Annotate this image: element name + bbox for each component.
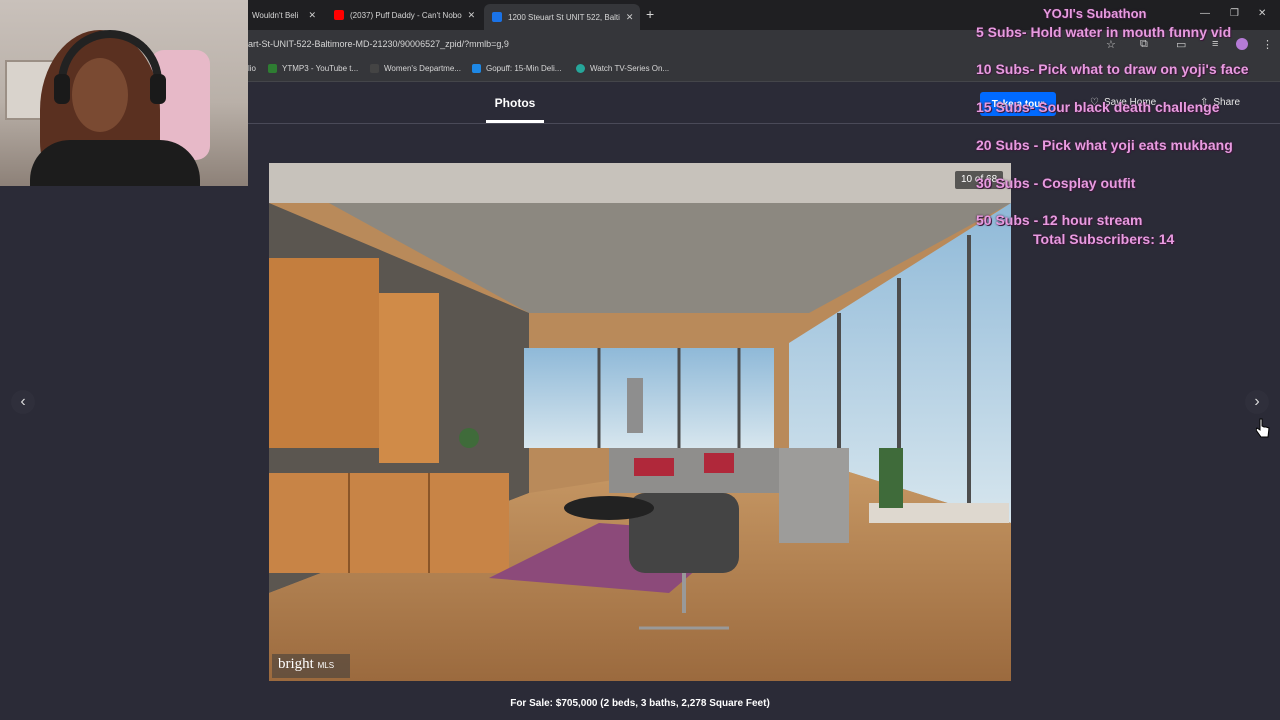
menu-icon[interactable]: ⋮ bbox=[1262, 38, 1273, 51]
living-room-image bbox=[269, 163, 1011, 681]
close-icon[interactable]: ✕ bbox=[468, 10, 476, 21]
logo-sub: MLS bbox=[317, 661, 335, 670]
subathon-goal: 10 Subs- Pick what to draw on yoji's fac… bbox=[976, 61, 1249, 77]
bookmark-item[interactable]: YTMP3 - YouTube t... bbox=[268, 64, 358, 73]
youtube-icon bbox=[334, 10, 344, 20]
bright-mls-logo: bright MLS bbox=[272, 654, 350, 678]
profile-avatar[interactable] bbox=[1236, 38, 1248, 50]
subscriber-total: Total Subscribers: 14 bbox=[1033, 231, 1175, 247]
close-icon[interactable]: ✕ bbox=[308, 10, 316, 21]
listing-photo[interactable] bbox=[269, 163, 1011, 681]
minimize-icon[interactable]: — bbox=[1200, 8, 1210, 19]
headset-earcup bbox=[150, 74, 166, 104]
zillow-icon bbox=[492, 12, 502, 22]
active-tab-indicator bbox=[486, 120, 544, 123]
subathon-goal: 5 Subs- Hold water in mouth funny vid bbox=[976, 24, 1232, 40]
subathon-goal: 30 Subs - Cosplay outfit bbox=[976, 175, 1136, 191]
listing-caption: For Sale: $705,000 (2 beds, 3 baths, 2,2… bbox=[510, 698, 770, 709]
bookmark-label: YTMP3 - YouTube t... bbox=[282, 64, 359, 73]
subathon-goal: 15 Subs- Sour black death challenge bbox=[976, 99, 1220, 115]
bookmark-icon bbox=[472, 64, 481, 73]
webcam-person-body bbox=[30, 140, 200, 186]
bookmark-icon bbox=[370, 64, 379, 73]
mouse-cursor-icon bbox=[1256, 418, 1270, 438]
subathon-goal: 20 Subs - Pick what yoji eats mukbang bbox=[976, 137, 1233, 153]
tab-title: Wouldn't Beli bbox=[252, 10, 299, 20]
bookmark-label: Gopuff: 15-Min Deli... bbox=[486, 64, 562, 73]
maximize-icon[interactable]: ❐ bbox=[1230, 8, 1239, 19]
bookmark-item[interactable]: Women's Departme... bbox=[370, 64, 461, 73]
chevron-left-icon[interactable]: ‹ bbox=[11, 390, 35, 414]
chevron-right-icon[interactable]: › bbox=[1245, 390, 1269, 414]
close-window-icon[interactable]: ✕ bbox=[1258, 8, 1266, 19]
logo-text: bright bbox=[278, 656, 314, 672]
subathon-goal: 50 Subs - 12 hour stream bbox=[976, 212, 1143, 228]
close-icon[interactable]: ✕ bbox=[626, 12, 634, 23]
url-text[interactable]: art-St-UNIT-522-Baltimore-MD-21230/90006… bbox=[248, 39, 509, 49]
tab-photos[interactable]: Photos bbox=[486, 96, 544, 110]
webcam-overlay bbox=[0, 0, 248, 186]
tab-title: (2037) Puff Daddy - Can't Nobo bbox=[350, 10, 462, 20]
bookmark-icon bbox=[576, 64, 585, 73]
bookmark-item[interactable]: Watch TV-Series On... bbox=[576, 64, 669, 73]
new-tab-button[interactable]: + bbox=[646, 6, 654, 22]
subathon-title: YOJI's Subathon bbox=[1043, 6, 1147, 21]
bookmark-label: Women's Departme... bbox=[384, 64, 461, 73]
screen: Wouldn't Beli ✕ (2037) Puff Daddy - Can'… bbox=[0, 0, 1280, 720]
browser-tab[interactable]: (2037) Puff Daddy - Can't Nobo ✕ bbox=[326, 4, 478, 26]
headset-earcup bbox=[54, 74, 70, 104]
bookmark-icon bbox=[268, 64, 277, 73]
bookmark-item[interactable]: lio bbox=[248, 64, 256, 73]
tab-title: 1200 Steuart St UNIT 522, Balti bbox=[508, 12, 620, 22]
bookmark-label: lio bbox=[248, 64, 257, 73]
browser-tab-active[interactable]: 1200 Steuart St UNIT 522, Balti ✕ bbox=[484, 4, 640, 30]
bookmark-label: Watch TV-Series On... bbox=[590, 64, 670, 73]
bookmark-item[interactable]: Gopuff: 15-Min Deli... bbox=[472, 64, 561, 73]
browser-tab[interactable]: Wouldn't Beli ✕ bbox=[244, 4, 324, 26]
